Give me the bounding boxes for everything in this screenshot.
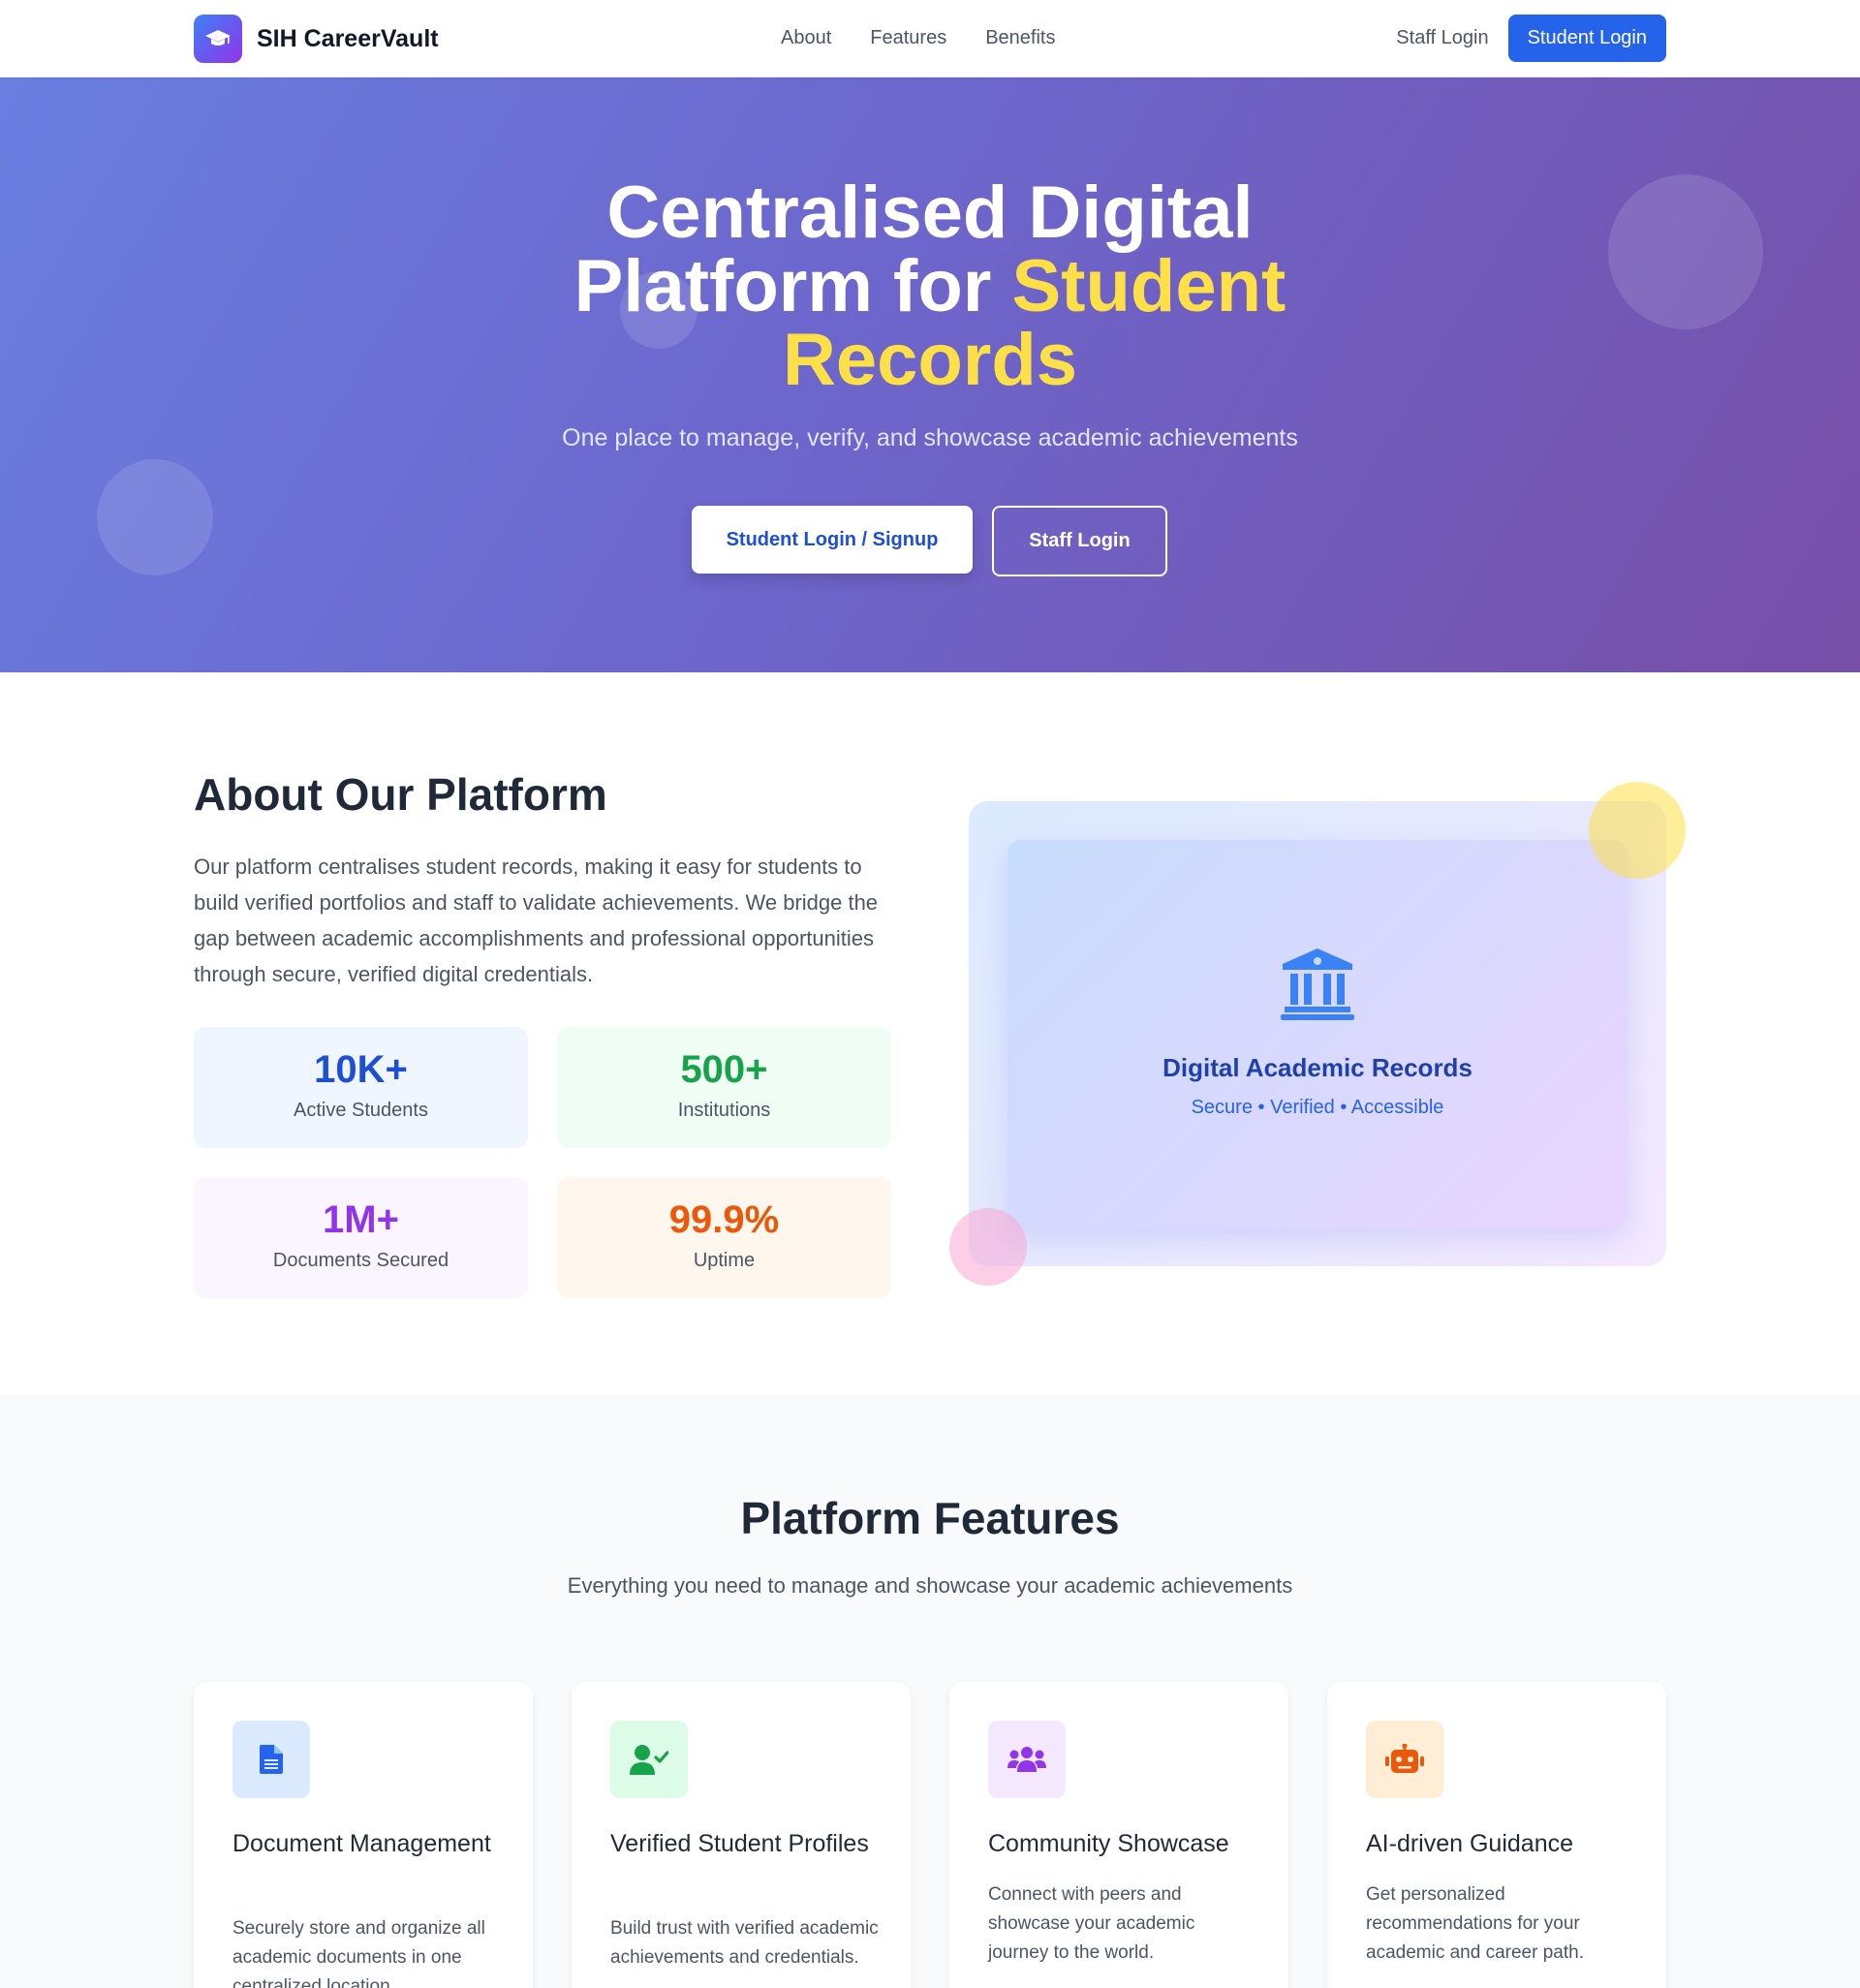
feature-title: Document Management — [232, 1830, 491, 1857]
hero-subtitle: One place to manage, verify, and showcas… — [562, 424, 1298, 451]
visual-title: Digital Academic Records — [1162, 1053, 1472, 1082]
stat-value: 1M+ — [323, 1198, 399, 1241]
features-section: Platform Features Everything you need to… — [0, 1395, 1860, 1988]
feature-title: Verified Student Profiles — [610, 1830, 869, 1857]
feature-title: AI-driven Guidance — [1366, 1830, 1574, 1857]
stat-card-uptime: 99.9% Uptime — [557, 1177, 891, 1298]
navbar: SIH CareerVault About Features Benefits … — [0, 0, 1860, 78]
document-icon — [232, 1721, 310, 1798]
stat-value: 10K+ — [314, 1048, 408, 1091]
hero-title: Centralised Digital Platform for Student… — [542, 176, 1318, 397]
feature-card-verified-profiles: Verified Student Profiles Build trust wi… — [572, 1682, 911, 1988]
feature-description: Build trust with verified academic achie… — [610, 1918, 879, 1968]
users-icon — [988, 1721, 1066, 1798]
graduation-cap-icon — [194, 15, 242, 63]
about-title: About Our Platform — [194, 769, 607, 820]
feature-description: Securely store and organize all academic… — [232, 1918, 485, 1988]
user-check-icon — [610, 1721, 688, 1798]
nav-link-about[interactable]: About — [781, 27, 831, 49]
stat-label: Active Students — [294, 1100, 428, 1121]
feature-description: Get personalized recommendations for you… — [1366, 1884, 1584, 1963]
stat-value: 500+ — [680, 1048, 768, 1091]
stat-label: Uptime — [693, 1250, 756, 1271]
feature-description: Connect with peers and showcase your aca… — [988, 1884, 1195, 1963]
stat-card-documents: 1M+ Documents Secured — [194, 1177, 528, 1298]
about-text: Our platform centralises student records… — [194, 854, 879, 986]
nav-link-features[interactable]: Features — [870, 27, 946, 49]
nav-links: About Features Benefits — [781, 27, 1055, 49]
decorative-circle — [949, 1208, 1027, 1286]
brand[interactable]: SIH CareerVault — [194, 15, 439, 63]
hero-staff-login-button[interactable]: Staff Login — [992, 506, 1167, 576]
visual-subtitle: Secure • Verified • Accessible — [1191, 1097, 1444, 1118]
hero-buttons: Student Login / Signup Staff Login — [692, 506, 1167, 576]
nav-link-benefits[interactable]: Benefits — [985, 27, 1055, 49]
features-title: Platform Features — [740, 1493, 1120, 1543]
hero-title-line1: Centralised Digital — [606, 171, 1254, 254]
bank-building-icon — [1281, 947, 1354, 1025]
student-login-button[interactable]: Student Login — [1507, 15, 1666, 62]
decorative-circle — [1589, 782, 1686, 879]
hero-section: Centralised Digital Platform for Student… — [0, 78, 1860, 672]
feature-card-document-management: Document Management Securely store and o… — [194, 1682, 533, 1988]
feature-title: Community Showcase — [988, 1830, 1229, 1857]
staff-login-link[interactable]: Staff Login — [1396, 27, 1488, 49]
about-visual-card: Digital Academic Records Secure • Verifi… — [1008, 840, 1628, 1227]
brand-name: SIH CareerVault — [257, 24, 439, 52]
decorative-circle — [97, 459, 213, 575]
stat-card-students: 10K+ Active Students — [194, 1027, 528, 1148]
robot-icon — [1366, 1721, 1443, 1798]
stat-label: Institutions — [677, 1100, 771, 1121]
stat-card-institutions: 500+ Institutions — [557, 1027, 891, 1148]
stat-label: Documents Secured — [272, 1250, 450, 1271]
nav-actions: Staff Login Student Login — [1396, 15, 1666, 62]
stat-value: 99.9% — [668, 1198, 780, 1241]
features-subtitle: Everything you need to manage and showca… — [567, 1573, 1293, 1598]
feature-card-community-showcase: Community Showcase Connect with peers an… — [949, 1682, 1288, 1988]
feature-card-ai-guidance: AI-driven Guidance Get personalized reco… — [1327, 1682, 1666, 1988]
decorative-circle — [1608, 174, 1763, 329]
hero-title-line2: Platform for — [574, 245, 1012, 327]
student-login-signup-button[interactable]: Student Login / Signup — [692, 506, 973, 574]
